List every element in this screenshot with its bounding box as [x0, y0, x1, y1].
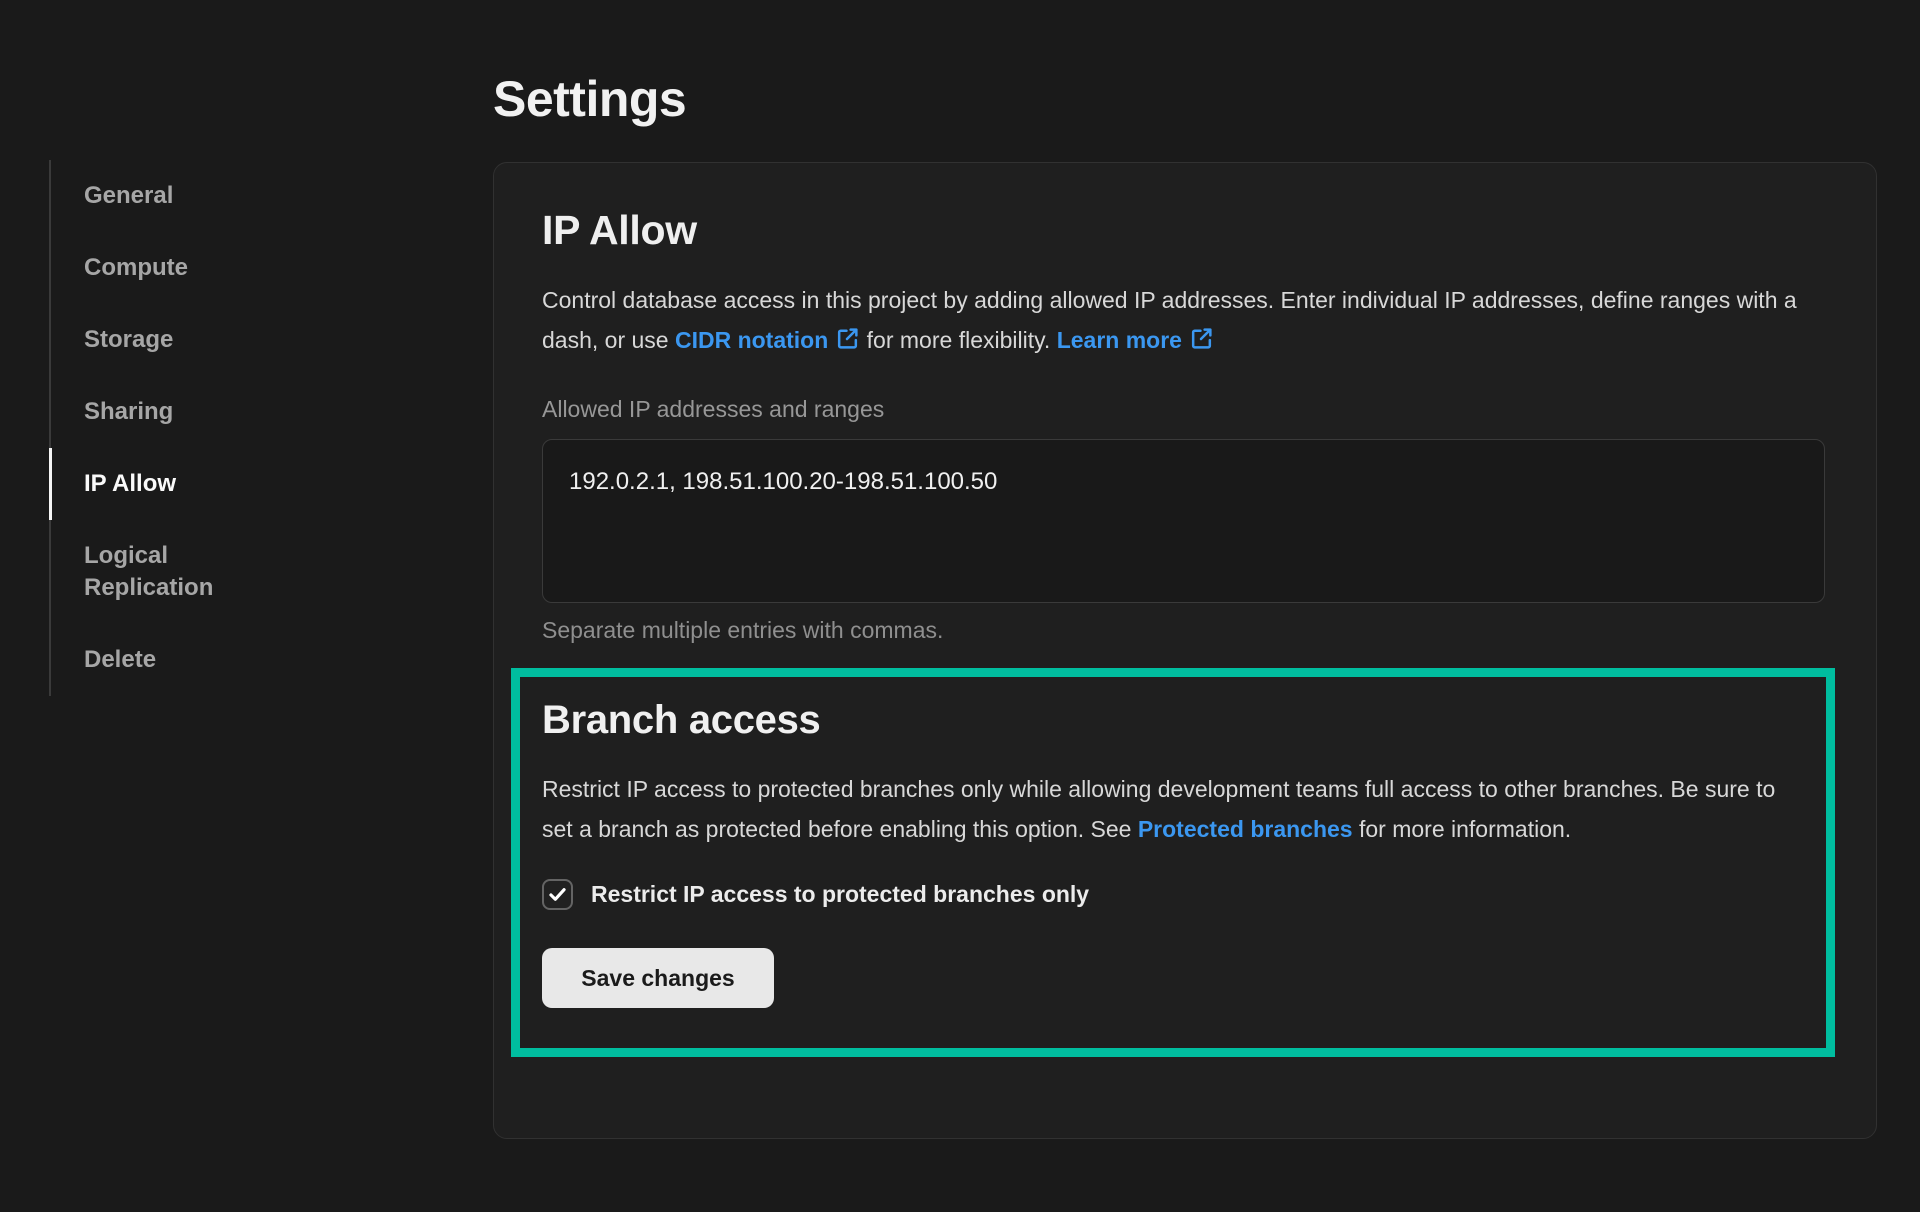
page-title: Settings — [493, 70, 686, 128]
allowed-ip-helper-text: Separate multiple entries with commas. — [542, 617, 1825, 644]
branch-access-highlight: Branch access Restrict IP access to prot… — [511, 668, 1835, 1057]
restrict-ip-checkbox[interactable] — [542, 879, 573, 910]
branch-access-heading: Branch access — [542, 697, 1796, 743]
sidebar-item-logical-replication[interactable]: Logical Replication — [51, 520, 256, 624]
sidebar-item-delete[interactable]: Delete — [51, 624, 256, 696]
allowed-ip-field-label: Allowed IP addresses and ranges — [542, 396, 1825, 423]
cidr-notation-link[interactable]: CIDR notation — [675, 327, 860, 353]
external-link-icon — [1189, 326, 1214, 351]
ip-allow-description: Control database access in this project … — [542, 280, 1825, 360]
sidebar-item-ip-allow[interactable]: IP Allow — [51, 448, 256, 520]
sidebar-item-storage[interactable]: Storage — [51, 304, 256, 376]
settings-sidebar: General Compute Storage Sharing IP Allow… — [49, 160, 289, 696]
sidebar-item-sharing[interactable]: Sharing — [51, 376, 256, 448]
restrict-ip-checkbox-label: Restrict IP access to protected branches… — [591, 881, 1089, 908]
save-changes-button[interactable]: Save changes — [542, 948, 774, 1008]
protected-branches-link-label: Protected branches — [1138, 816, 1353, 842]
learn-more-link-label: Learn more — [1057, 327, 1182, 353]
check-icon — [547, 884, 568, 905]
description-text: for more flexibility. — [860, 327, 1056, 353]
protected-branches-link[interactable]: Protected branches — [1138, 816, 1353, 842]
allowed-ip-input[interactable]: 192.0.2.1, 198.51.100.20-198.51.100.50 — [542, 439, 1825, 603]
learn-more-link[interactable]: Learn more — [1057, 327, 1214, 353]
external-link-icon — [835, 326, 860, 351]
sidebar-item-general[interactable]: General — [51, 160, 256, 232]
branch-access-description: Restrict IP access to protected branches… — [542, 769, 1792, 849]
description-text: for more information. — [1353, 816, 1572, 842]
restrict-ip-checkbox-row[interactable]: Restrict IP access to protected branches… — [542, 879, 1796, 910]
sidebar-item-compute[interactable]: Compute — [51, 232, 256, 304]
cidr-notation-link-label: CIDR notation — [675, 327, 828, 353]
ip-allow-heading: IP Allow — [542, 207, 1825, 254]
ip-allow-settings-card: IP Allow Control database access in this… — [493, 162, 1877, 1139]
